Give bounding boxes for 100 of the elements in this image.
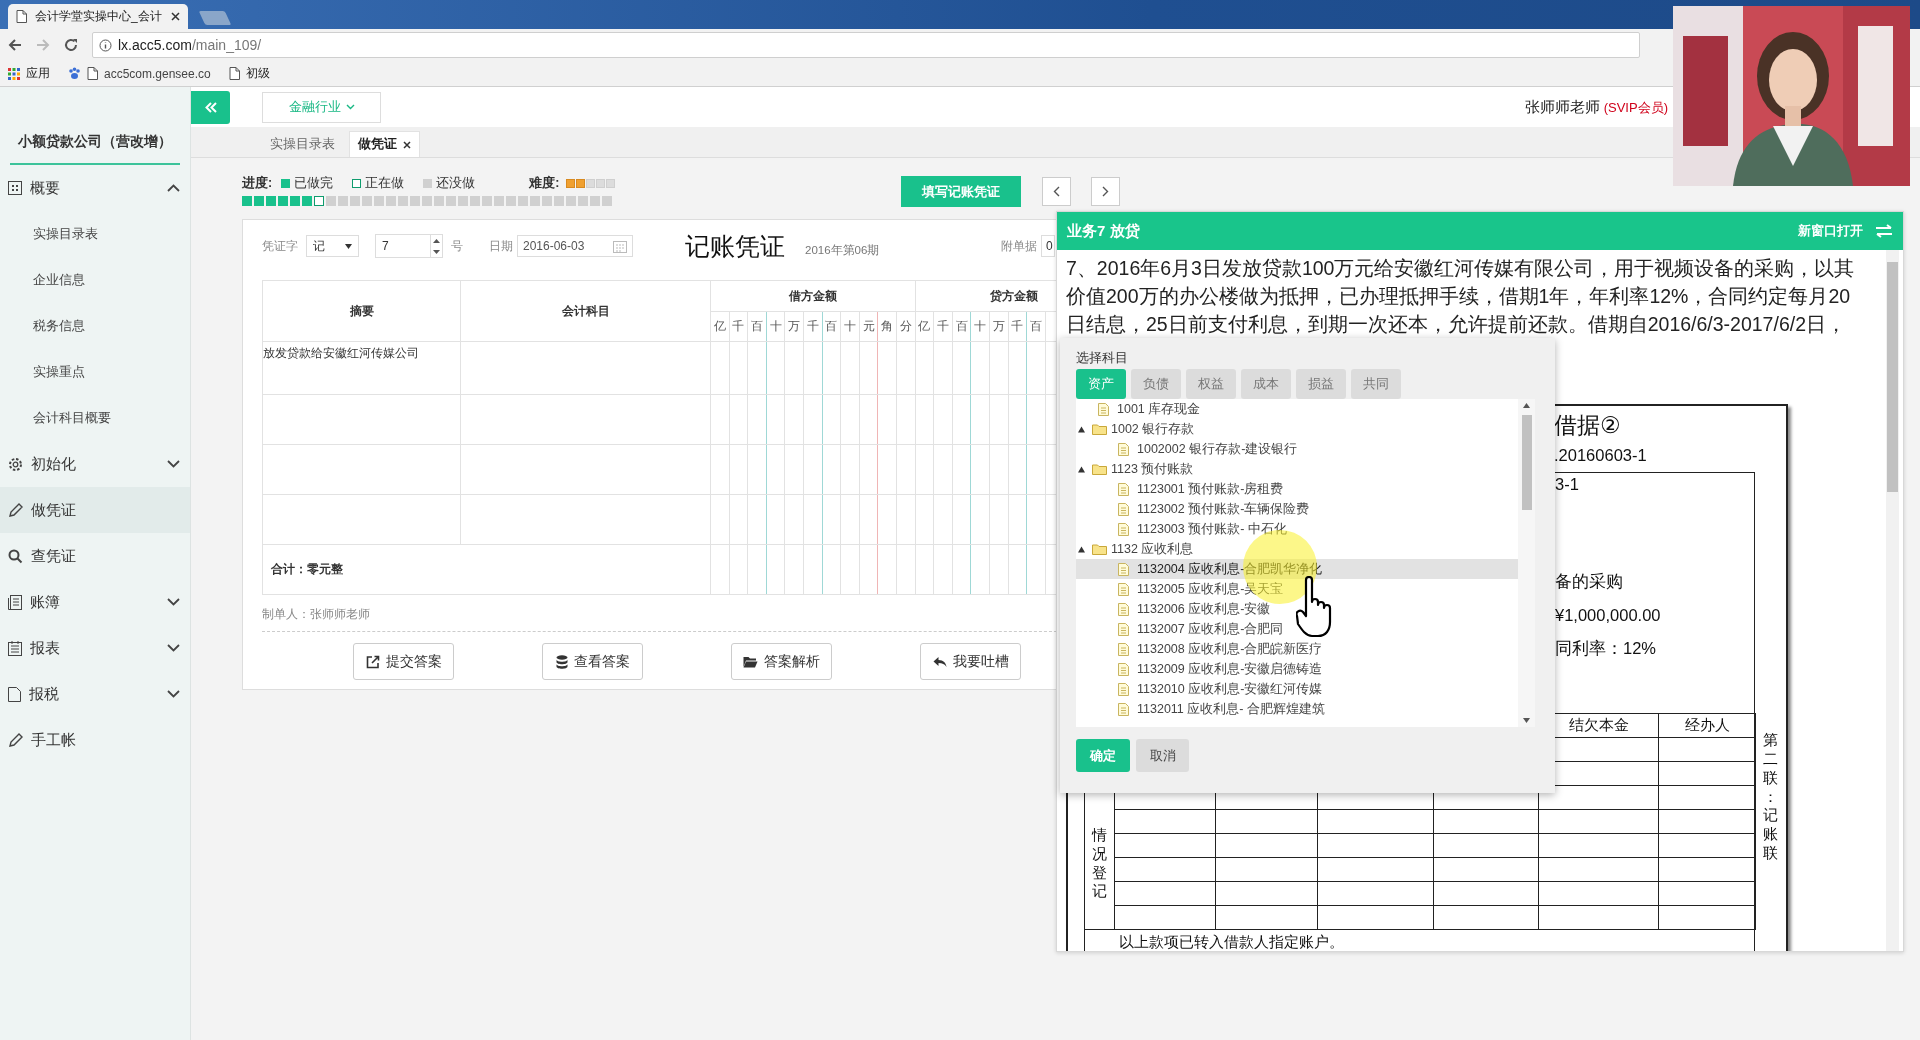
close-icon[interactable] [171,12,180,21]
paw-icon[interactable] [68,67,81,80]
user-name: 张师师老师 [1524,98,1600,115]
tree-item[interactable]: 1132011 应收利息- 合肥辉煌建筑 [1076,699,1518,719]
unit-header: 百 [747,311,767,342]
tree-item[interactable]: 1123 预付账款 [1076,459,1518,479]
expand-icon[interactable] [1078,425,1085,433]
tree-item[interactable]: 1132006 应收利息-安徽 [1076,599,1518,619]
file-icon [1118,642,1129,656]
voucher-type-select[interactable]: 记 [306,235,359,257]
attachment-field[interactable]: 0 [1041,235,1055,257]
document-number: .20160603-1 [1554,446,1648,465]
scroll-thumb[interactable] [1521,415,1532,510]
book-icon [8,594,22,610]
field-label: 号 [451,237,463,255]
cancel-button[interactable]: 取消 [1136,739,1189,772]
unit-header: 千 [729,311,748,342]
category-tab[interactable]: 共同 [1351,369,1401,399]
unit-header: 分 [896,311,916,342]
tree-item[interactable]: 1132005 应收利息-吴天宝 [1076,579,1518,599]
file-icon [1118,662,1129,676]
sidebar-item[interactable]: 手工帐 [0,717,190,763]
apps-icon[interactable] [8,67,20,80]
tree-item[interactable]: 1132007 应收利息-合肥同 [1076,619,1518,639]
tree-item[interactable]: 1002002 银行存款-建设银行 [1076,439,1518,459]
reload-icon[interactable] [64,38,78,52]
sidebar-subitem[interactable]: 税务信息 [0,303,190,349]
expand-icon[interactable] [1078,465,1085,473]
tree-item[interactable]: 1001 库存现金 [1076,399,1518,419]
folder-icon [1092,423,1107,435]
sidebar-item[interactable]: 做凭证 [0,487,190,533]
column-header: 摘要 [262,280,461,342]
scroll-up-icon[interactable] [1523,403,1530,408]
sidebar-subitem[interactable]: 企业信息 [0,257,190,303]
bookmark-page-icon [87,67,98,80]
bookmark[interactable]: 初级 [245,65,270,82]
tree-item[interactable]: 1002 银行存款 [1076,419,1518,439]
reply-icon [932,655,947,668]
tree-item[interactable]: 1132008 应收利息-合肥皖新医疗 [1076,639,1518,659]
expand-icon[interactable] [1078,545,1085,553]
unit-header: 万 [989,311,1008,342]
page-icon [16,10,27,23]
sidebar-item[interactable]: 初始化 [0,441,190,487]
document-title: 借据② [1554,411,1622,440]
tree-item[interactable]: 1132 应收利息 [1076,539,1518,559]
sidebar-item[interactable]: 概要 [0,165,190,211]
sidebar-subitem[interactable]: 实操重点 [0,349,190,395]
sidebar-item[interactable]: 报税 [0,671,190,717]
action-button[interactable]: 查看答案 [542,643,643,680]
close-icon[interactable] [403,140,411,149]
file-icon [1118,522,1129,536]
tree-item[interactable]: 1132010 应收利息-安徽红河传媒 [1076,679,1518,699]
sidebar-item[interactable]: 账簿 [0,579,190,625]
sidebar-item[interactable]: 查凭证 [0,533,190,579]
sidebar-item[interactable]: 报表 [0,625,190,671]
bookmark[interactable]: 应用 [26,65,50,82]
action-button[interactable]: 提交答案 [353,643,454,680]
page-tab[interactable]: 做凭证 [349,131,420,157]
page-icon [8,686,21,702]
sidebar-subitem[interactable]: 实操目录表 [0,211,190,257]
voucher-number-field[interactable]: 7 [375,234,443,258]
page-tab[interactable]: 实操目录表 [262,131,343,157]
action-button[interactable]: 我要吐槽 [920,643,1021,680]
dialog-title: 选择科目 [1076,350,1129,367]
file-icon [1118,442,1129,456]
unit-header: 百 [952,311,971,342]
scrollbar[interactable] [1518,399,1535,727]
spin-up-icon[interactable] [433,238,440,243]
action-button[interactable]: 答案解析 [731,643,832,680]
tree-item[interactable]: 1132004 应收利息-合肥凯华净化 [1076,559,1518,579]
scroll-thumb[interactable] [1887,262,1898,492]
tree-item[interactable]: 1123001 预付账款-房租费 [1076,479,1518,499]
scroll-down-icon[interactable] [1523,718,1530,723]
sidebar-subitem[interactable]: 会计科目概要 [0,395,190,441]
unit-header: 亿 [915,311,934,342]
external-link-icon [365,654,380,669]
legend-label: 已做完 [294,174,334,192]
category-tab[interactable]: 损益 [1296,369,1346,399]
unit-header: 百 [1026,311,1046,342]
spin-down-icon[interactable] [433,249,440,254]
address-bar[interactable]: lx.acc5.com/main_109/ [92,32,1640,58]
scrollbar[interactable] [1886,250,1899,951]
file-icon [1118,602,1129,616]
document-text: 备的采购 [1555,571,1624,591]
double-chevron-icon [204,101,217,113]
tree-item[interactable]: 1132009 应收利息-安徽启德铸造 [1076,659,1518,679]
back-icon[interactable] [8,38,22,52]
table-header: 经办人 [1658,713,1756,738]
unit-header: 千 [1008,311,1027,342]
date-field[interactable]: 2016-06-03 [517,235,633,257]
tree-item[interactable]: 1123002 预付账款-车辆保险费 [1076,499,1518,519]
table-cell[interactable]: 放发贷款给安徽红河传媒公司 [262,341,461,395]
bookmark[interactable]: acc5com.gensee.co [104,66,211,81]
file-icon [1118,682,1129,696]
file-icon [1118,702,1129,716]
settings-icon [8,456,23,472]
browser-tab[interactable]: 会计学堂实操中心_会计 [8,4,188,29]
folder-icon [1092,543,1107,555]
period-label: 2016年第06期 [805,242,880,258]
unit-header: 十 [970,311,990,342]
